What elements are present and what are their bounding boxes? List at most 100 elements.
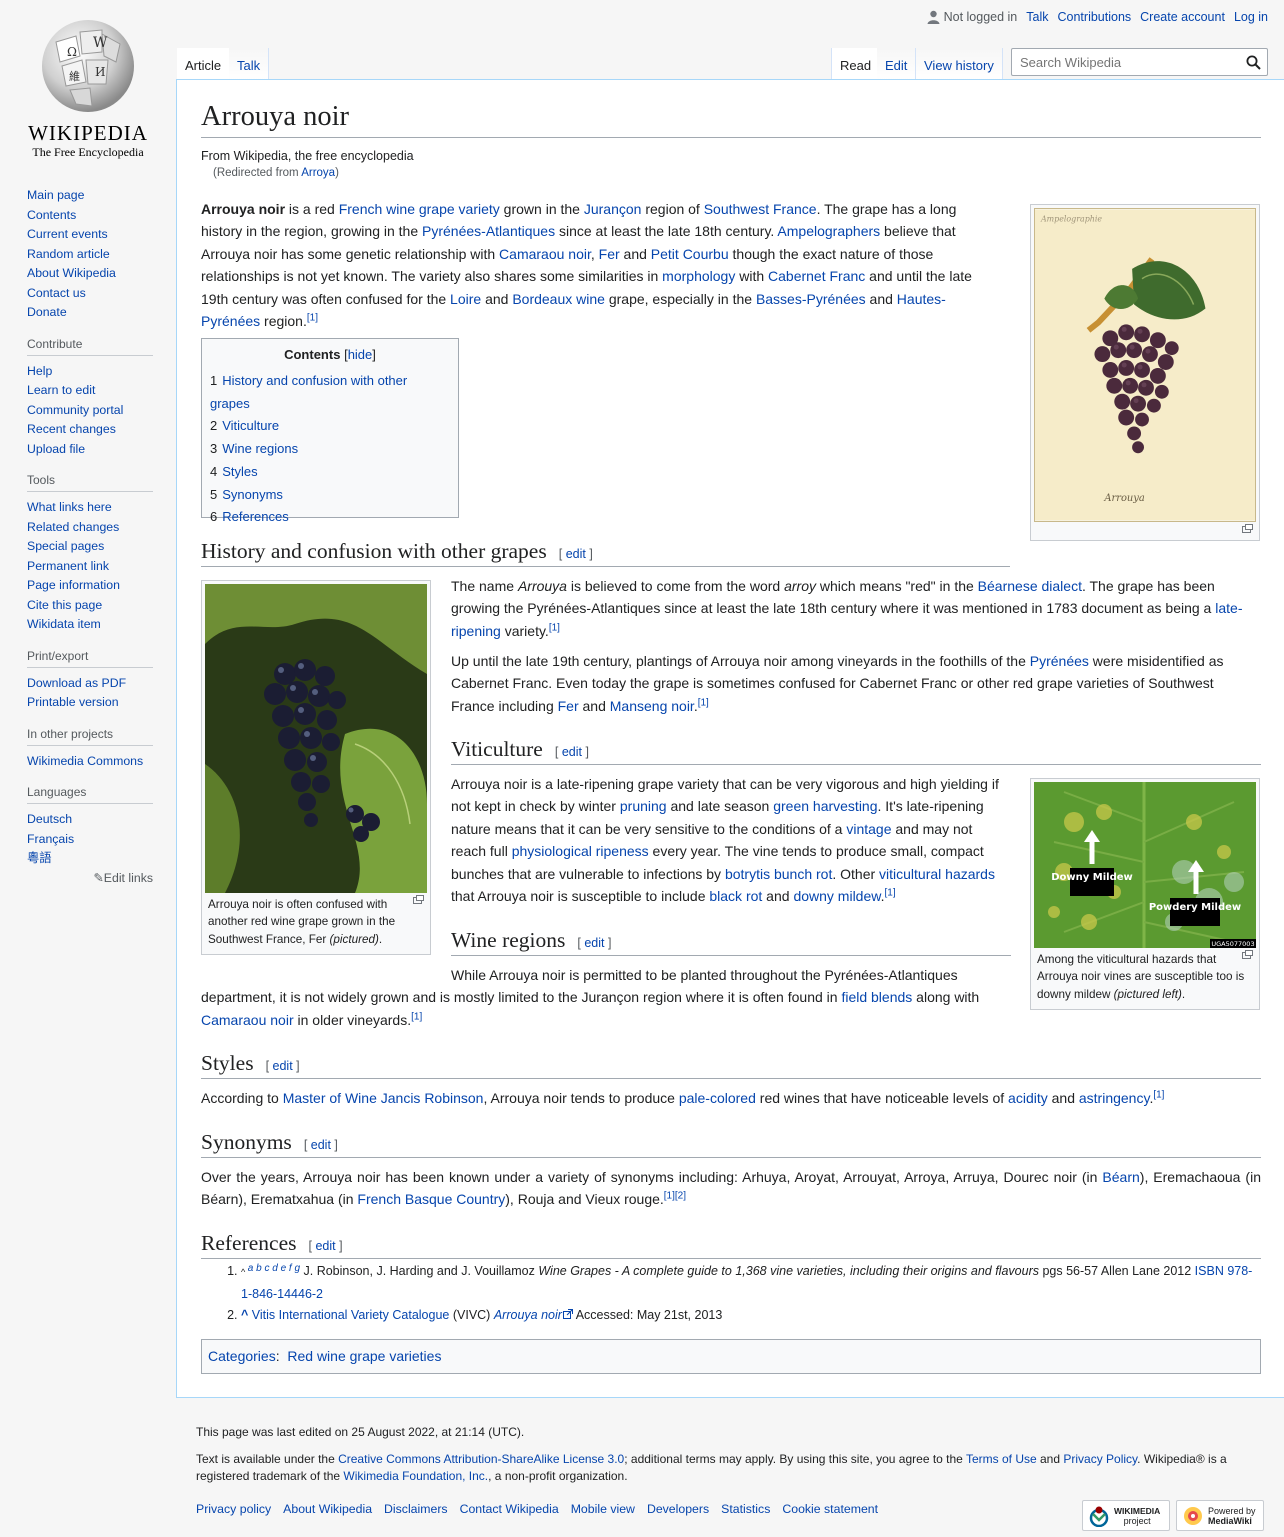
tab-talk[interactable]: Talk xyxy=(229,48,270,80)
link-fer-2[interactable]: Fer xyxy=(558,698,579,714)
ref-link[interactable]: [1] xyxy=(698,697,709,708)
link-camaraou-noir-2[interactable]: Camaraou noir xyxy=(201,1012,294,1028)
edit-links[interactable]: ✎Edit links xyxy=(27,871,153,885)
link-camaraou-noir[interactable]: Camaraou noir xyxy=(499,246,591,262)
edit-section-link[interactable]: edit xyxy=(311,1138,331,1152)
contributions-link[interactable]: Contributions xyxy=(1058,10,1132,24)
language-deutsch[interactable]: Deutsch xyxy=(27,812,72,826)
wikimedia-project-badge[interactable]: WIKIMEDIA project xyxy=(1082,1500,1170,1531)
link-field-blends[interactable]: field blends xyxy=(841,989,912,1005)
search-icon[interactable] xyxy=(1246,55,1261,70)
sidebar-item-random-article[interactable]: Random article xyxy=(27,247,110,261)
toc-item[interactable]: 5 Synonyms xyxy=(210,484,450,507)
sidebar-item-community-portal[interactable]: Community portal xyxy=(27,403,123,417)
wmf-link[interactable]: Wikimedia Foundation, Inc. xyxy=(343,1469,488,1483)
link-bearn[interactable]: Béarn xyxy=(1102,1169,1139,1185)
footer-statistics[interactable]: Statistics xyxy=(721,1501,770,1518)
footer-contact[interactable]: Contact Wikipedia xyxy=(460,1501,559,1518)
link-southwest-france[interactable]: Southwest France xyxy=(704,201,817,217)
search-input[interactable] xyxy=(1018,53,1246,71)
toc-item[interactable]: 3 Wine regions xyxy=(210,438,450,461)
link-pyrenees[interactable]: Pyrénées xyxy=(1030,653,1089,669)
footer-mobile-view[interactable]: Mobile view xyxy=(571,1501,635,1518)
sidebar-item-main-page[interactable]: Main page xyxy=(27,188,84,202)
language-cantonese[interactable]: 粵語 xyxy=(27,851,52,865)
create-account-link[interactable]: Create account xyxy=(1140,10,1225,24)
talk-link[interactable]: Talk xyxy=(1026,10,1048,24)
toc-item[interactable]: 1 History and confusion with other grapes xyxy=(210,370,450,415)
redirect-link[interactable]: Arroya xyxy=(301,167,335,179)
sidebar-item-page-information[interactable]: Page information xyxy=(27,578,120,592)
link-morphology[interactable]: morphology xyxy=(662,268,735,284)
category-red-wine-grape-varieties[interactable]: Red wine grape varieties xyxy=(287,1348,441,1364)
backlink[interactable]: ^ xyxy=(241,1308,248,1322)
toc-item[interactable]: 6 References xyxy=(210,506,450,529)
ref-link[interactable]: [1] xyxy=(664,1191,675,1202)
footer-about[interactable]: About Wikipedia xyxy=(283,1501,372,1518)
license-link[interactable]: Creative Commons Attribution-ShareAlike … xyxy=(338,1452,624,1466)
sidebar-item-related-changes[interactable]: Related changes xyxy=(27,520,119,534)
sidebar-item-cite-this-page[interactable]: Cite this page xyxy=(27,598,102,612)
sidebar-item-donate[interactable]: Donate xyxy=(27,305,67,319)
edit-section-link[interactable]: edit xyxy=(562,745,582,759)
edit-section-link[interactable]: edit xyxy=(566,547,586,561)
link-jurancon[interactable]: Jurançon xyxy=(584,201,642,217)
link-loire[interactable]: Loire xyxy=(450,291,481,307)
sidebar-item-current-events[interactable]: Current events xyxy=(27,227,108,241)
edit-section-link[interactable]: edit xyxy=(584,936,604,950)
ref-link[interactable]: [2] xyxy=(675,1191,686,1202)
link-petit-courbu[interactable]: Petit Courbu xyxy=(651,246,729,262)
plate-thumbnail[interactable]: Ampelographie Arrouya xyxy=(1030,204,1260,541)
link-vivc[interactable]: Vitis International Variety Catalogue xyxy=(252,1308,450,1322)
link-vintage[interactable]: vintage xyxy=(846,821,891,837)
sidebar-item-special-pages[interactable]: Special pages xyxy=(27,539,104,553)
link-pyrenees-atlantiques[interactable]: Pyrénées-Atlantiques xyxy=(422,223,555,239)
enlarge-icon[interactable] xyxy=(1242,524,1253,533)
wikipedia-logo[interactable]: W Ω И 維 WIKIPEDIA The Free Encyclopedia xyxy=(18,12,158,162)
sidebar-item-printable-version[interactable]: Printable version xyxy=(27,695,119,709)
ref-link[interactable]: [1] xyxy=(1153,1089,1164,1100)
link-manseng-noir[interactable]: Manseng noir xyxy=(610,698,694,714)
sidebar-item-permanent-link[interactable]: Permanent link xyxy=(27,559,109,573)
footer-developers[interactable]: Developers xyxy=(647,1501,709,1518)
search-box[interactable] xyxy=(1011,48,1268,76)
link-green-harvesting[interactable]: green harvesting xyxy=(773,798,877,814)
link-acidity[interactable]: acidity xyxy=(1008,1090,1048,1106)
link-french-basque-country[interactable]: French Basque Country xyxy=(357,1191,505,1207)
toc-item[interactable]: 2 Viticulture xyxy=(210,415,450,438)
grape-plate-image[interactable]: Ampelographie Arrouya xyxy=(1034,208,1256,522)
link-physiological-ripeness[interactable]: physiological ripeness xyxy=(512,843,649,859)
language-francais[interactable]: Français xyxy=(27,832,74,846)
login-link[interactable]: Log in xyxy=(1234,10,1268,24)
sidebar-item-what-links-here[interactable]: What links here xyxy=(27,500,112,514)
sidebar-item-help[interactable]: Help xyxy=(27,364,52,378)
link-ampelographers[interactable]: Ampelographers xyxy=(777,223,880,239)
edit-section-link[interactable]: edit xyxy=(273,1059,293,1073)
link-pruning[interactable]: pruning xyxy=(620,798,667,814)
sidebar-item-wikimedia-commons[interactable]: Wikimedia Commons xyxy=(27,754,143,768)
ref-link[interactable]: [1] xyxy=(884,887,895,898)
ref-link[interactable]: [1] xyxy=(307,312,318,323)
mildew-thumbnail[interactable]: Downy Mildew Powdery Mildew UGA5077003 A… xyxy=(1030,778,1260,1010)
link-black-rot[interactable]: black rot xyxy=(709,888,762,904)
link-jancis-robinson[interactable]: Master of Wine Jancis Robinson xyxy=(283,1090,484,1106)
tab-article[interactable]: Article xyxy=(177,48,231,80)
link-astringency[interactable]: astringency xyxy=(1079,1090,1150,1106)
mediawiki-badge[interactable]: Powered by MediaWiki xyxy=(1176,1500,1264,1531)
footer-disclaimers[interactable]: Disclaimers xyxy=(384,1501,448,1518)
tab-edit[interactable]: Edit xyxy=(877,48,917,80)
enlarge-icon[interactable] xyxy=(1242,950,1253,959)
edit-section-link[interactable]: edit xyxy=(315,1239,335,1253)
link-pale-colored[interactable]: pale-colored xyxy=(679,1090,756,1106)
link-botrytis[interactable]: botrytis bunch rot xyxy=(725,866,832,882)
link-fer[interactable]: Fer xyxy=(599,246,620,262)
link-bearnese-dialect[interactable]: Béarnese dialect xyxy=(978,578,1082,594)
toc-hide-link[interactable]: hide xyxy=(348,347,373,362)
privacy-link[interactable]: Privacy Policy xyxy=(1063,1452,1137,1466)
link-bordeaux-wine[interactable]: Bordeaux wine xyxy=(512,291,605,307)
fer-thumbnail[interactable]: Arrouya noir is often confused with anot… xyxy=(201,580,431,955)
ref-link[interactable]: [1] xyxy=(549,622,560,633)
ref-link[interactable]: [1] xyxy=(411,1011,422,1022)
sidebar-item-contact[interactable]: Contact us xyxy=(27,286,86,300)
sidebar-item-about[interactable]: About Wikipedia xyxy=(27,266,116,280)
